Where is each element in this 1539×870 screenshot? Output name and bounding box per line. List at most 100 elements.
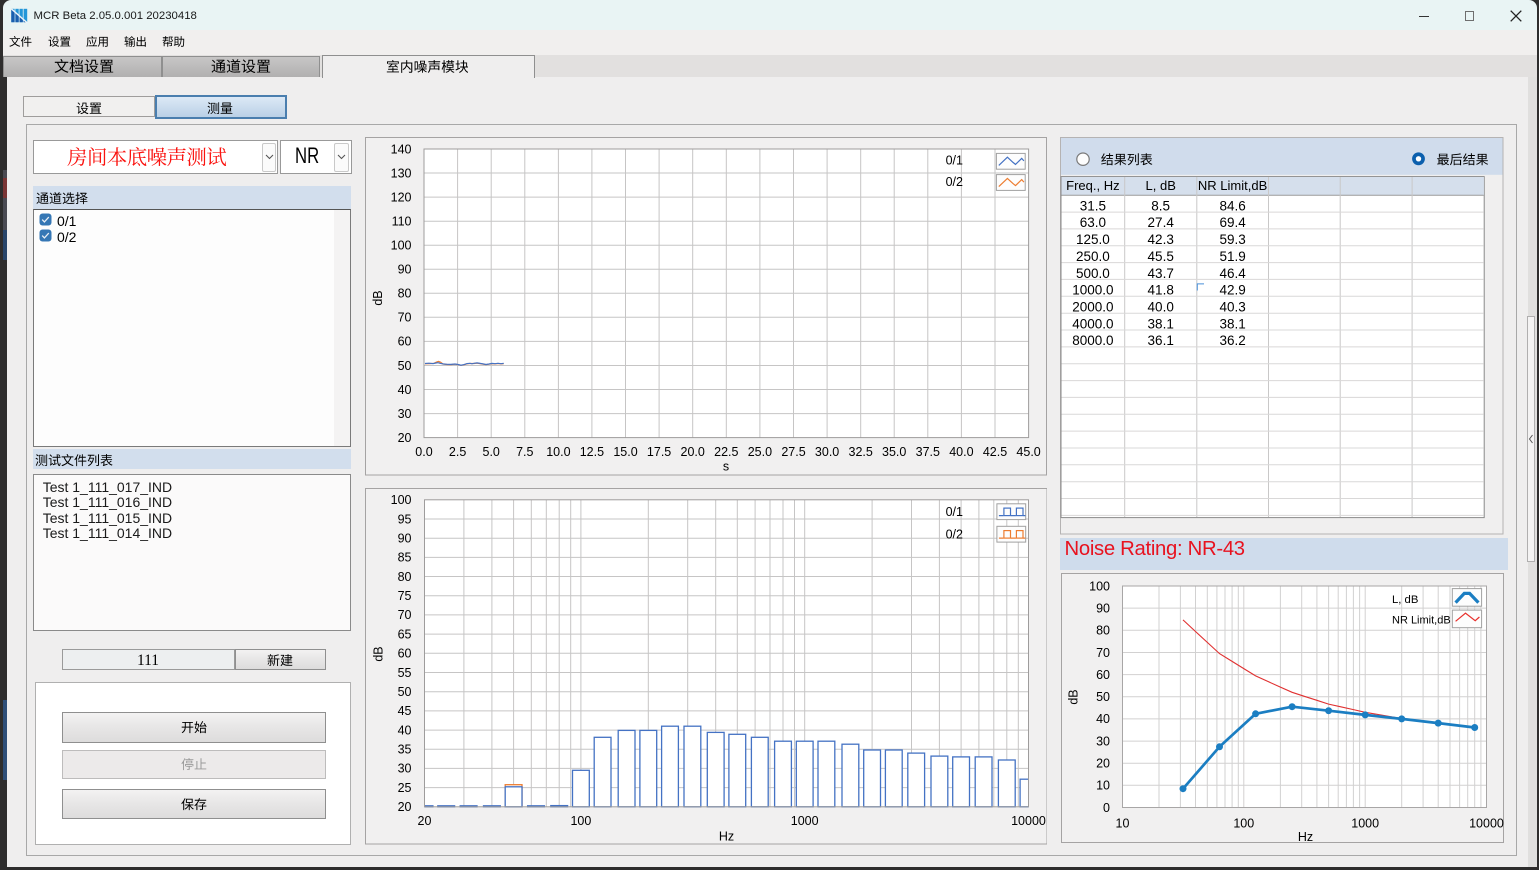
svg-text:120: 120 (391, 190, 412, 204)
svg-text:42.9: 42.9 (1219, 283, 1245, 298)
svg-text:Freq., Hz: Freq., Hz (1066, 178, 1119, 193)
svg-text:60: 60 (397, 647, 411, 661)
svg-text:35: 35 (397, 743, 411, 757)
svg-text:4000.0: 4000.0 (1072, 316, 1113, 331)
svg-text:17.5: 17.5 (647, 445, 671, 459)
svg-text:60: 60 (398, 335, 412, 349)
svg-text:Hz: Hz (1297, 830, 1312, 843)
svg-text:s: s (723, 460, 729, 474)
svg-text:5.0: 5.0 (483, 445, 500, 459)
svg-text:10.0: 10.0 (546, 445, 570, 459)
svg-text:0: 0 (1103, 801, 1110, 815)
svg-text:25: 25 (397, 781, 411, 795)
svg-text:45.0: 45.0 (1016, 445, 1040, 459)
svg-text:1000: 1000 (790, 814, 818, 828)
svg-text:37.5: 37.5 (916, 445, 940, 459)
svg-text:80: 80 (397, 570, 411, 584)
svg-text:40.3: 40.3 (1219, 300, 1245, 315)
svg-text:20.0: 20.0 (681, 445, 705, 459)
svg-text:110: 110 (392, 215, 412, 229)
svg-text:10: 10 (1096, 779, 1110, 793)
svg-text:80: 80 (398, 287, 412, 301)
svg-text:30: 30 (398, 407, 412, 421)
svg-text:L, dB: L, dB (1392, 594, 1418, 606)
svg-text:10000: 10000 (1011, 814, 1046, 828)
svg-text:27.5: 27.5 (781, 445, 805, 459)
svg-text:20: 20 (417, 814, 431, 828)
svg-text:80: 80 (1096, 624, 1110, 638)
svg-text:31.5: 31.5 (1080, 198, 1106, 213)
svg-text:15.0: 15.0 (613, 445, 637, 459)
svg-text:69.4: 69.4 (1219, 215, 1246, 230)
svg-text:dB: dB (1066, 689, 1080, 704)
svg-text:27.4: 27.4 (1148, 215, 1175, 230)
svg-text:40.0: 40.0 (1148, 300, 1174, 315)
svg-text:84.6: 84.6 (1219, 198, 1245, 213)
svg-text:50: 50 (1096, 690, 1110, 704)
svg-text:0/2: 0/2 (946, 175, 963, 189)
svg-text:20: 20 (398, 431, 412, 445)
svg-text:46.4: 46.4 (1219, 266, 1246, 281)
svg-text:NR Limit,dB: NR Limit,dB (1198, 178, 1267, 193)
svg-text:55: 55 (397, 666, 411, 680)
svg-text:0/1: 0/1 (945, 505, 962, 519)
svg-text:20: 20 (397, 800, 411, 814)
svg-text:85: 85 (397, 551, 411, 565)
svg-text:100: 100 (570, 814, 591, 828)
svg-text:36.2: 36.2 (1219, 333, 1245, 348)
svg-text:7.5: 7.5 (516, 445, 533, 459)
svg-text:22.5: 22.5 (714, 445, 738, 459)
svg-text:90: 90 (397, 532, 411, 546)
svg-text:51.9: 51.9 (1219, 249, 1245, 264)
svg-text:100: 100 (391, 239, 412, 253)
svg-text:140: 140 (391, 142, 412, 156)
svg-text:65: 65 (397, 627, 411, 641)
svg-text:0/1: 0/1 (946, 154, 963, 168)
svg-text:500.0: 500.0 (1076, 266, 1110, 281)
svg-text:35.0: 35.0 (882, 445, 906, 459)
svg-text:45: 45 (397, 704, 411, 718)
svg-text:Hz: Hz (718, 830, 733, 844)
svg-text:90: 90 (1096, 601, 1110, 615)
svg-text:12.5: 12.5 (580, 445, 604, 459)
svg-text:41.8: 41.8 (1148, 283, 1174, 298)
svg-text:40: 40 (397, 723, 411, 737)
svg-text:50: 50 (398, 359, 412, 373)
svg-text:8.5: 8.5 (1151, 198, 1170, 213)
svg-text:125.0: 125.0 (1076, 232, 1110, 247)
svg-text:100: 100 (1089, 579, 1110, 593)
svg-text:40.0: 40.0 (949, 445, 973, 459)
svg-text:30: 30 (397, 762, 411, 776)
svg-text:L, dB: L, dB (1146, 178, 1176, 193)
svg-text:250.0: 250.0 (1076, 249, 1110, 264)
svg-text:100: 100 (1233, 817, 1254, 831)
svg-text:38.1: 38.1 (1148, 316, 1174, 331)
svg-text:70: 70 (398, 311, 412, 325)
svg-text:NR Limit,dB: NR Limit,dB (1392, 615, 1451, 627)
svg-text:70: 70 (1096, 646, 1110, 660)
svg-text:95: 95 (397, 512, 411, 526)
svg-text:2000.0: 2000.0 (1072, 300, 1113, 315)
svg-text:90: 90 (398, 263, 412, 277)
svg-text:40: 40 (398, 383, 412, 397)
svg-text:100: 100 (390, 493, 411, 507)
svg-text:63.0: 63.0 (1080, 215, 1106, 230)
svg-text:30.0: 30.0 (815, 445, 839, 459)
svg-text:30: 30 (1096, 734, 1110, 748)
svg-text:0/2: 0/2 (945, 528, 962, 542)
svg-text:42.3: 42.3 (1148, 232, 1174, 247)
svg-text:45.5: 45.5 (1148, 249, 1174, 264)
svg-text:20: 20 (1096, 757, 1110, 771)
svg-text:1000: 1000 (1351, 817, 1379, 831)
svg-text:dB: dB (371, 646, 385, 661)
svg-text:25.0: 25.0 (748, 445, 772, 459)
svg-text:10: 10 (1115, 817, 1129, 831)
svg-text:0.0: 0.0 (415, 445, 432, 459)
svg-text:50: 50 (397, 685, 411, 699)
svg-text:70: 70 (397, 608, 411, 622)
svg-text:75: 75 (397, 589, 411, 603)
svg-text:36.1: 36.1 (1148, 333, 1174, 348)
svg-text:dB: dB (371, 290, 385, 305)
svg-text:40: 40 (1096, 712, 1110, 726)
svg-text:8000.0: 8000.0 (1072, 333, 1113, 348)
